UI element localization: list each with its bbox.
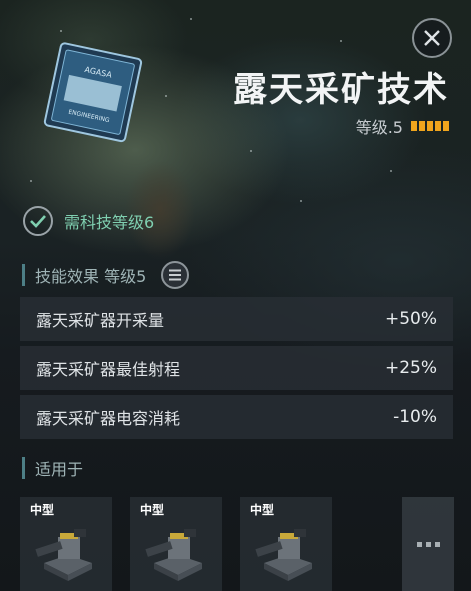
close-button[interactable]: [412, 18, 452, 58]
effect-value: +50%: [384, 309, 437, 329]
more-dot-icon: [434, 541, 440, 547]
section-bar: [22, 264, 25, 286]
effect-row: 露天采矿器电容消耗 -10%: [20, 395, 453, 439]
effect-value: +25%: [384, 358, 437, 378]
effects-section-label: 技能效果 等级5: [35, 267, 147, 286]
skill-detail-panel: AGASA ENGINEERING 露天采矿技术 等级.5 需科技等级6 技能效…: [0, 0, 471, 591]
requirement-text: 需科技等级6: [64, 213, 155, 232]
level-pip: [435, 121, 441, 131]
level-pip: [427, 121, 433, 131]
level-pip: [443, 121, 449, 131]
section-bar: [22, 457, 25, 479]
module-item[interactable]: 中型: [20, 497, 112, 591]
effects-section-header: 技能效果 等级5: [22, 260, 190, 290]
level-pip: [411, 121, 417, 131]
skill-card-icon: AGASA ENGINEERING: [43, 42, 143, 143]
more-dot-icon: [425, 541, 431, 547]
effect-name: 露天采矿器电容消耗: [36, 409, 181, 428]
effect-name: 露天采矿器开采量: [36, 311, 165, 330]
applies-list: 中型 中型 中型: [20, 497, 332, 591]
effect-value: -10%: [393, 407, 437, 427]
applies-section-label: 适用于: [35, 460, 84, 479]
applies-section-header: 适用于: [22, 456, 83, 480]
skill-title: 露天采矿技术: [233, 70, 449, 110]
level-text: 等级.5: [355, 118, 403, 137]
mining-turret-icon: [35, 529, 92, 581]
effect-row: 露天采矿器最佳射程 +25%: [20, 346, 453, 390]
requirement: 需科技等级6: [22, 205, 154, 237]
mining-turret-icon: [145, 529, 202, 581]
info-list-icon[interactable]: [160, 260, 190, 290]
more-button[interactable]: [402, 497, 454, 591]
effect-name: 露天采矿器最佳射程: [36, 360, 181, 379]
module-item[interactable]: 中型: [240, 497, 332, 591]
effect-row: 露天采矿器开采量 +50%: [20, 297, 453, 341]
mining-turret-icon: [255, 529, 312, 581]
module-item[interactable]: 中型: [130, 497, 222, 591]
check-circle-icon: [23, 206, 53, 236]
level-pips: [411, 121, 449, 131]
effects-list: 露天采矿器开采量 +50% 露天采矿器最佳射程 +25% 露天采矿器电容消耗 -…: [20, 297, 453, 444]
more-dot-icon: [416, 541, 422, 547]
level-pip: [419, 121, 425, 131]
close-icon: [424, 30, 440, 46]
skill-level: 等级.5: [356, 114, 449, 138]
